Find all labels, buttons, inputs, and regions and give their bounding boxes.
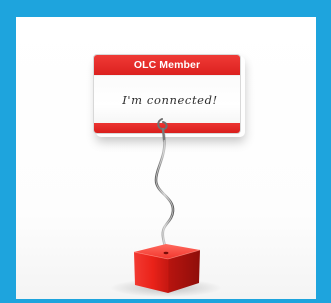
photo-frame: OLC Member I'm connected! [16, 17, 316, 299]
red-cube-base [133, 244, 201, 293]
